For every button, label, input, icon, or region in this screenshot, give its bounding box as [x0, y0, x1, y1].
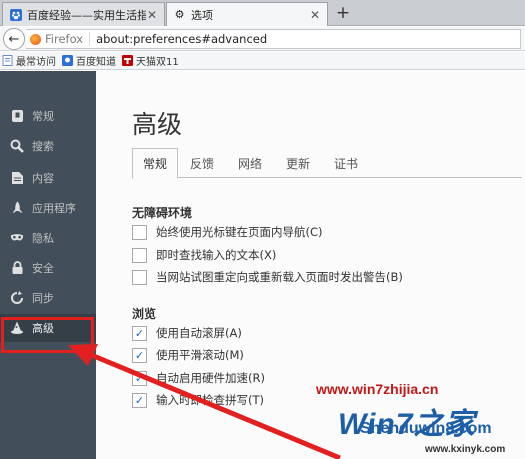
checkbox-redirect-warning[interactable]: [132, 269, 147, 285]
sidebar-item-label: 隐私: [32, 232, 54, 245]
option-label: 当网站试图重定向或重新载入页面时发出警告(B): [156, 270, 403, 284]
tab-title: 选项: [191, 8, 213, 22]
url-bar[interactable]: Firefox about:preferences#advanced: [26, 29, 521, 49]
check-icon: ✓: [134, 371, 145, 385]
site-identity[interactable]: Firefox: [26, 32, 91, 46]
sidebar-item-label: 常规: [32, 110, 54, 123]
general-icon: [0, 109, 24, 123]
close-icon[interactable]: ✕: [309, 8, 321, 22]
mask-icon: [0, 233, 24, 243]
check-icon: ✓: [134, 348, 145, 362]
option-label: 使用平滑滚动(M): [156, 348, 244, 362]
option-label: 使用自动滚屏(A): [156, 326, 242, 340]
option-spellcheck[interactable]: ✓ 输入时即检查拼写(T): [132, 391, 264, 409]
bookmark-label: 天猫双11: [136, 57, 179, 68]
nav-bar: ← Firefox about:preferences#advanced: [0, 27, 525, 51]
bookmark-label: 最常访问: [16, 57, 56, 68]
new-tab-button[interactable]: +: [332, 2, 354, 24]
sidebar-item-privacy[interactable]: 隐私: [0, 224, 96, 252]
sidebar-item-search[interactable]: 搜索: [0, 132, 96, 160]
sidebar-item-label: 搜索: [32, 140, 54, 153]
search-icon: [0, 139, 24, 153]
subtab-update[interactable]: 更新: [274, 148, 322, 178]
firefox-icon: [30, 33, 41, 45]
advanced-subtabs: 常规 反馈 网络 更新 证书: [132, 148, 522, 179]
sidebar-item-label: 同步: [32, 292, 54, 305]
tab-baidu-jingyan[interactable]: 百度经验——实用生活指南 ✕: [2, 2, 165, 26]
sidebar-item-security[interactable]: 安全: [0, 254, 96, 282]
tab-strip: 百度经验——实用生活指南 ✕ ⚙ 选项 ✕ +: [0, 0, 525, 26]
sidebar-item-applications[interactable]: 应用程序: [0, 194, 96, 222]
check-icon: ✓: [134, 393, 145, 407]
option-hardware-acceleration[interactable]: ✓ 自动启用硬件加速(R): [132, 369, 265, 387]
page-title: 高级: [132, 110, 183, 139]
rocket-icon: [0, 201, 24, 215]
url-text[interactable]: about:preferences#advanced: [90, 32, 267, 46]
option-label: 自动启用硬件加速(R): [156, 371, 265, 385]
option-cursor-navigation[interactable]: 始终使用光标键在页面内导航(C): [132, 223, 323, 241]
subtab-feedback[interactable]: 反馈: [178, 148, 226, 178]
option-label: 始终使用光标键在页面内导航(C): [156, 225, 323, 239]
bookmarks-bar: 最常访问 百度知道 天猫双11: [0, 52, 525, 70]
bookmark-page-icon: [2, 55, 13, 66]
section-title-accessibility: 无障碍环境: [132, 206, 193, 220]
baidu-zhidao-icon: [62, 55, 73, 66]
section-title-browsing: 浏览: [132, 307, 157, 321]
identity-label: Firefox: [45, 32, 84, 46]
option-smooth-scroll[interactable]: ✓ 使用平滑滚动(M): [132, 346, 244, 364]
checkbox-hardware-acceleration[interactable]: ✓: [132, 370, 147, 386]
option-label: 即时查找输入的文本(X): [156, 248, 277, 262]
watermark-site: Shenduwin8.com: [360, 420, 492, 437]
option-find-as-you-type[interactable]: 即时查找输入的文本(X): [132, 246, 276, 264]
sidebar-item-content[interactable]: 内容: [0, 164, 96, 192]
sidebar-item-label: 应用程序: [32, 202, 76, 215]
tab-options[interactable]: ⚙ 选项 ✕: [166, 2, 328, 26]
subtab-general[interactable]: 常规: [132, 148, 178, 179]
gear-icon: ⚙: [174, 8, 185, 21]
lock-icon: [0, 261, 24, 275]
bookmark-tmall[interactable]: 天猫双11: [122, 53, 179, 68]
bookmark-label: 百度知道: [76, 57, 116, 68]
sidebar-item-label: 内容: [32, 172, 54, 185]
check-icon: ✓: [134, 326, 145, 340]
bookmark-baidu-zhidao[interactable]: 百度知道: [62, 53, 116, 68]
close-icon[interactable]: ✕: [146, 8, 158, 22]
option-redirect-warning[interactable]: 当网站试图重定向或重新载入页面时发出警告(B): [132, 268, 403, 286]
checkbox-autoscroll[interactable]: ✓: [132, 325, 147, 341]
paw-icon: [9, 8, 22, 21]
watermark-url: www.win7zhijia.cn: [316, 381, 439, 397]
sidebar-item-general[interactable]: 常规: [0, 102, 96, 130]
back-button[interactable]: ←: [3, 28, 25, 50]
content-icon: [0, 171, 24, 185]
sync-icon: [0, 291, 24, 305]
arrow-left-icon: ←: [8, 31, 20, 47]
sidebar-item-label: 安全: [32, 262, 54, 275]
watermark-url-secondary: www.kxinyk.com: [425, 444, 506, 455]
subtab-certificates[interactable]: 证书: [322, 148, 370, 178]
tab-title: 百度经验——实用生活指南: [27, 8, 146, 22]
option-label: 输入时即检查拼写(T): [156, 393, 264, 407]
checkbox-cursor-navigation[interactable]: [132, 224, 147, 240]
tmall-icon: [122, 55, 133, 66]
checkbox-smooth-scroll[interactable]: ✓: [132, 347, 147, 363]
annotation-highlight-box: [1, 317, 94, 353]
bookmark-most-visited[interactable]: 最常访问: [2, 53, 56, 68]
subtab-network[interactable]: 网络: [226, 148, 274, 178]
checkbox-find-as-you-type[interactable]: [132, 247, 147, 263]
preferences-sidebar: 常规 搜索 内容 应用程序 隐私 安全 同步 高级: [0, 71, 96, 459]
sidebar-item-sync[interactable]: 同步: [0, 284, 96, 312]
checkbox-spellcheck[interactable]: ✓: [132, 392, 147, 408]
option-autoscroll[interactable]: ✓ 使用自动滚屏(A): [132, 324, 242, 342]
